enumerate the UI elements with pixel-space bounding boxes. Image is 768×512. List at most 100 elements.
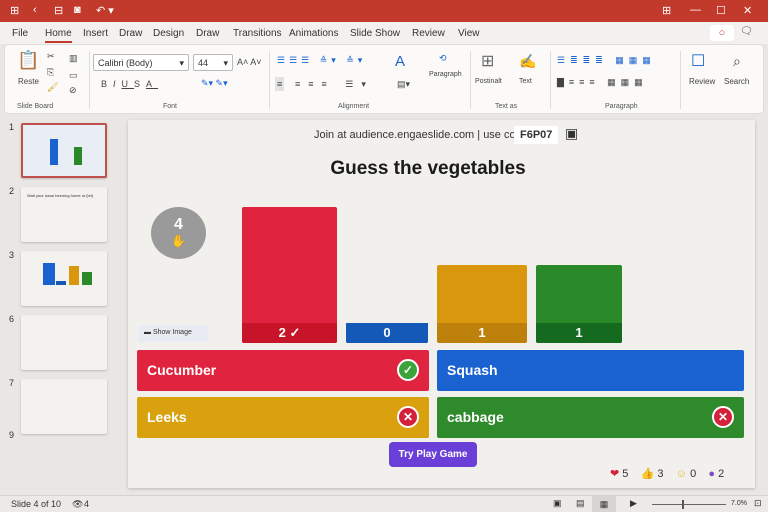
zoom-slider[interactable] — [652, 500, 726, 509]
menu-slide-show[interactable]: Slide Show — [350, 28, 400, 39]
play-game-button[interactable]: Try Play Game — [389, 442, 477, 467]
fit-icon[interactable]: ⊡ — [754, 498, 762, 509]
record-button[interactable]: ○ — [710, 25, 734, 41]
answer-option[interactable]: Cucumber ✓ — [137, 350, 429, 391]
new-window-icon[interactable]: ⊞ — [662, 4, 671, 17]
new-slide-icon[interactable]: ▭ — [69, 70, 78, 81]
format-painter-icon[interactable]: 🖌 — [47, 82, 58, 93]
response-count-badge: 4 ✋ — [151, 207, 206, 259]
answer-option[interactable]: Leeks ✕ — [137, 397, 429, 438]
maximize-button[interactable]: ☐ — [716, 4, 726, 17]
align-icons[interactable]: ≡≡≡ ☰▾ — [295, 79, 374, 90]
reset-icon[interactable]: ⊘ — [69, 85, 77, 96]
cut-icon[interactable]: ✂ — [47, 51, 55, 62]
record-icon[interactable]: ◙ — [74, 4, 81, 16]
answer-option[interactable]: Squash — [437, 350, 744, 391]
paragraph-button[interactable]: Paragraph — [429, 71, 462, 78]
text-direction-icon[interactable]: A — [395, 53, 405, 70]
join-code: F6P07 — [514, 126, 559, 144]
text-box-icon[interactable]: ▤▾ — [397, 79, 410, 90]
menu-home[interactable]: Home — [45, 28, 72, 43]
thumbnail-slide-7[interactable] — [21, 379, 107, 434]
qr-code-icon[interactable]: ▣ — [565, 125, 578, 142]
reactions: ❤ 5 👍 3 ☺ 0 ● 2 — [610, 467, 724, 480]
menu-draw[interactable]: Draw — [119, 28, 142, 39]
answer-text: Leeks — [147, 409, 187, 425]
grid-icon[interactable]: ⊞ — [10, 4, 19, 17]
menu-file[interactable]: File — [12, 28, 28, 39]
font-name-select[interactable]: Calibri (Body) ▾ — [93, 54, 189, 71]
postinalt-button[interactable]: Postinalt — [475, 78, 502, 85]
thumbnail-slide-3[interactable] — [21, 251, 107, 306]
paste-icon[interactable]: 📋 — [17, 50, 39, 71]
text-style-icon[interactable]: ✍ — [519, 53, 536, 70]
hand-icon: ✋ — [171, 234, 186, 248]
highlight-icon[interactable]: ✎▾ ✎▾ — [201, 78, 228, 89]
grow-font-icon[interactable]: A˄ A˅ — [237, 57, 262, 67]
viewers-count: 4 — [84, 499, 90, 509]
response-count: 4 — [174, 216, 183, 233]
close-button[interactable]: ✕ — [743, 4, 752, 17]
slide-thumbnails: 1 2 Wait your issue beeoing home ut (let… — [0, 118, 118, 496]
surprised-count: 2 — [718, 468, 725, 480]
presenter-view-icon[interactable]: ▶ — [630, 498, 637, 509]
surprised-icon: ● — [708, 468, 716, 480]
menu-design[interactable]: Design — [153, 28, 184, 39]
frame-icon[interactable]: ⊟ — [54, 4, 63, 17]
undo-icon[interactable]: ↶ ▾ — [96, 4, 114, 17]
minimize-button[interactable]: — — [690, 4, 701, 16]
normal-view-icon[interactable]: ▣ — [553, 498, 562, 509]
paragraph-icon[interactable]: ⟲ — [439, 53, 447, 64]
answer-text: cabbage — [447, 409, 504, 425]
answer-option[interactable]: cabbage ✕ — [437, 397, 744, 438]
menu-view[interactable]: View — [458, 28, 480, 39]
check-icon: ✓ — [397, 359, 419, 381]
thumb-number: 1 — [9, 122, 15, 132]
bar-label: 1 — [437, 323, 527, 343]
font-size-select[interactable]: 44 ▾ — [193, 54, 233, 71]
paragraph-icons-bottom[interactable]: ▇≡≡≡ ▦▦▦ — [557, 77, 648, 88]
menu-draw-2[interactable]: Draw — [196, 28, 219, 39]
table-icon[interactable]: ⊞ — [481, 51, 494, 71]
thumbnail-slide-6[interactable] — [21, 315, 107, 370]
bar-label: 1 — [536, 323, 622, 343]
show-image-button[interactable]: ▬ Show Image — [138, 325, 208, 342]
slide-title: Guess the vegetables — [330, 158, 526, 179]
thumb-number: 9 — [9, 430, 15, 440]
comments-icon[interactable]: 🗨 — [740, 26, 753, 37]
search-icon[interactable]: ⌕ — [733, 53, 741, 70]
menu-review[interactable]: Review — [412, 28, 445, 39]
menu-insert[interactable]: Insert — [83, 28, 108, 39]
text-button[interactable]: Text — [519, 78, 532, 85]
copy-icon[interactable]: ⎘ — [47, 67, 54, 78]
review-button[interactable]: Review — [689, 77, 715, 86]
font-name-value: Calibri (Body) — [98, 58, 153, 68]
paste-label[interactable]: Reste — [18, 77, 39, 86]
zoom-level[interactable]: 7.0% — [731, 500, 747, 507]
search-button[interactable]: Search — [724, 77, 749, 86]
bar-label: 0 — [346, 323, 428, 343]
paragraph-icons-top[interactable]: ☰≣≣≣ ▦▦▦ — [557, 55, 656, 66]
review-icon[interactable]: ☐ — [691, 51, 705, 71]
align-left-button[interactable]: ≡ — [275, 77, 285, 91]
zoom-slider-handle[interactable] — [682, 500, 684, 509]
outline-view-icon[interactable]: ▤ — [576, 498, 585, 509]
bar-1: 0 — [346, 323, 428, 343]
back-icon[interactable]: ‹ — [33, 4, 37, 16]
menu-bar: File Home Insert Draw Design Draw Transi… — [0, 22, 768, 44]
format-buttons[interactable]: BIUSA — [101, 79, 158, 89]
answer-text: Cucumber — [147, 362, 217, 378]
thumbnail-slide-1[interactable] — [21, 123, 107, 178]
answer-text: Squash — [447, 362, 498, 378]
menu-animations[interactable]: Animations — [289, 28, 338, 39]
x-icon: ✕ — [397, 406, 419, 428]
group-text-as: Text as — [495, 103, 518, 110]
viewers-icon: 👁 — [72, 499, 84, 509]
bar-label: 2 ✓ — [242, 323, 337, 343]
slide-canvas: Join at audience.engaeslide.com | use co… — [128, 120, 755, 488]
list-icons[interactable]: ☰☰☰ ≙▾ ≙▾ — [277, 55, 366, 66]
menu-transitions[interactable]: Transitions — [233, 28, 282, 39]
layout-icon[interactable]: ▥ — [69, 53, 78, 64]
sorter-view-icon[interactable]: ▦ — [592, 496, 616, 512]
thumbnail-slide-2[interactable]: Wait your issue beeoing home ut (let) — [21, 187, 107, 242]
